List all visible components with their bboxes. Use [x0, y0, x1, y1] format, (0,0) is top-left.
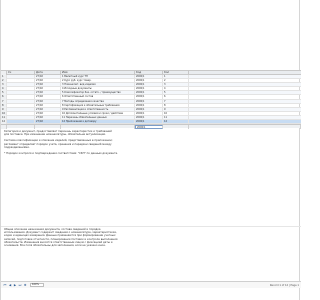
records-grid: Сч Дата Имя Код Кол 1 27/02 1 Валютный кур… — [1, 70, 301, 130]
description-paragraph-2: Система классификации и описание изделий… — [4, 139, 113, 149]
table-row[interactable]: 12 27/02 12 Приложения к договору 2000/1 12 — [1, 120, 301, 125]
name-cell[interactable]: 12 Приложения к договору — [61, 120, 135, 125]
code-cell[interactable]: 2000/1 — [135, 120, 163, 125]
first-record-icon[interactable]: ⏮ — [3, 283, 7, 287]
zoom-select[interactable]: 100% — [30, 283, 44, 287]
record-status: Record 1 of 12 | Page 1 — [269, 283, 299, 287]
add-record-icon[interactable]: ✚ — [23, 283, 27, 287]
filler-cell — [189, 120, 301, 124]
last-record-icon[interactable]: ⏭ — [18, 283, 22, 287]
app-window: Сч Дата Имя Код Кол 1 27/02 1 Валютный кур… — [0, 0, 301, 300]
description-text[interactable]: Категория и документ, предоставляет пере… — [1, 128, 301, 223]
navigation-bar: ⏮ ◀ ▶ ⏭ ✚ 100% Record 1 of 12 | Page 1 — [1, 281, 301, 288]
prev-record-icon[interactable]: ◀ — [8, 283, 12, 287]
description-paragraph-1: Категория и документ, предоставляет пере… — [4, 130, 112, 137]
date-cell[interactable]: 27/02 — [35, 120, 61, 125]
account-cell[interactable] — [7, 120, 35, 125]
description-paragraph-3: * Порядок контроля и подтверждения соотв… — [4, 152, 118, 156]
notes-text[interactable]: Общее описание назначения документа, сос… — [1, 226, 301, 280]
grid-body: 1 27/02 1 Валютный курс ТП 2000/1 1 2 27/02 2 К… — [1, 75, 301, 125]
qty-cell[interactable]: 12 — [163, 120, 189, 125]
notes-paragraph: Общее описание назначения документа, сос… — [4, 228, 118, 248]
next-record-icon[interactable]: ▶ — [13, 283, 17, 287]
